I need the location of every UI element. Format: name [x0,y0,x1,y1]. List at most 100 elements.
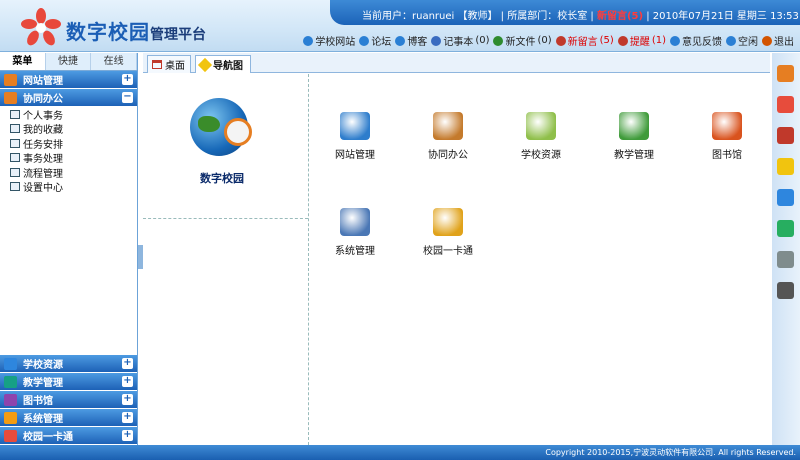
divider-horizontal [143,218,308,219]
document-icon [10,182,20,192]
sidebar-section-sections_bottom-3[interactable]: 系统管理 + [0,409,137,427]
sidebar-section-sections_bottom-4[interactable]: 校园一卡通 + [0,427,137,445]
tab-navigation[interactable]: 导航图 [195,55,251,73]
printer-icon[interactable] [777,282,794,299]
sidebar-item-1[interactable]: 我的收藏 [0,122,137,137]
alert-message[interactable]: 新留言(5) [597,11,643,22]
sidebar-section-sections_top-1[interactable]: 协同办公 − [0,89,137,107]
app-office[interactable]: 协同办公 [413,112,483,161]
app-website[interactable]: 网站管理 [320,112,390,161]
sidebar-item-0[interactable]: 个人事务 [0,107,137,122]
sidebar-item-label: 流程管理 [23,168,63,180]
toolbar-item-7[interactable]: 意见反馈 [670,33,722,48]
toolbar-item-4[interactable]: 新文件 (0) [493,33,552,48]
right-toolbar [772,53,800,445]
toolbar-count: (1) [651,35,666,46]
app-label: 图书馆 [712,150,742,161]
sidebar-section-sections_top-0[interactable]: 网站管理 + [0,71,137,89]
section-label: 协同办公 [23,94,63,105]
app-label: 系统管理 [335,246,375,257]
key-icon[interactable] [777,158,794,175]
tab-desktop-label: 桌面 [165,61,185,72]
sidebar-item-4[interactable]: 流程管理 [0,165,137,180]
blog-icon [395,35,406,46]
section-label: 图书馆 [23,396,53,407]
message-icon [555,35,566,46]
hub-label[interactable]: 数字校园 [182,170,262,186]
feedback-icon [670,35,680,46]
system-icon [340,208,370,236]
tab-shortcuts[interactable]: 快捷 [46,53,92,70]
document-icon [10,124,20,134]
download-icon[interactable] [777,251,794,268]
toolbar-count: (0) [537,35,552,46]
header: 数字校园管理平台 当前用户：ruanruei 【教师】 | 所属部门：校长室 |… [0,0,800,52]
app-teaching[interactable]: 教学管理 [599,112,669,161]
toolbar-item-2[interactable]: 博客 [395,33,427,48]
tab-online[interactable]: 在线 [91,53,138,70]
page-tabs: 桌面 导航图 [143,53,770,73]
sidebar-item-label: 个人事务 [23,110,63,122]
document-icon [10,109,20,119]
expand-toggle-icon[interactable]: + [122,412,133,423]
app-system[interactable]: 系统管理 [320,208,390,257]
sidebar-section-sections_bottom-1[interactable]: 教学管理 + [0,373,137,391]
user-icon[interactable] [777,189,794,206]
toolbar-label: 空闲 [738,37,758,48]
section-icon [4,429,17,442]
tab-navigation-label: 导航图 [213,61,243,72]
sidebar-item-3[interactable]: 事务处理 [0,151,137,166]
teaching-icon [619,112,649,140]
app-label: 协同办公 [428,150,468,161]
toolbar-item-9[interactable]: 退出 [762,33,794,48]
sidebar-section-sections_bottom-2[interactable]: 图书馆 + [0,391,137,409]
app-label: 学校资源 [521,150,561,161]
sidebar-item-label: 事务处理 [23,154,63,166]
home-icon [303,35,314,46]
sidebar-item-label: 设置中心 [23,183,63,195]
toolbar-label: 提醒 [629,37,650,48]
eraser-icon[interactable] [777,96,794,113]
section-icon [4,357,17,370]
sidebar-item-5[interactable]: 设置中心 [0,180,137,195]
toolbar-item-3[interactable]: 记事本 (0) [431,33,489,48]
toolbar-count: (5) [599,35,614,46]
section-icon [4,393,17,406]
sidebar-subitems: 个人事务我的收藏 任务安排事务处理流程管理设置中心 [0,107,137,194]
navigation-icon [197,57,213,72]
sidebar-section-sections_bottom-0[interactable]: 学校资源 + [0,355,137,373]
dept-label: 所属部门： [507,11,558,22]
toolbar-item-0[interactable]: 学校网站 [303,33,355,48]
expand-toggle-icon[interactable]: + [122,74,133,85]
app-card[interactable]: 校园一卡通 [413,208,483,257]
tab-desktop[interactable]: 桌面 [147,55,191,73]
toolbar-item-6[interactable]: 提醒 (1) [617,33,666,48]
books-icon[interactable] [777,65,794,82]
section-label: 学校资源 [23,360,63,371]
sidebar-item-label: 我的收藏 [23,125,63,137]
expand-toggle-icon[interactable]: + [122,430,133,441]
toolbar-label: 学校网站 [315,37,356,48]
forum-icon [359,35,370,46]
toolbar-item-8[interactable]: 空闲 [726,33,758,48]
pencil-icon[interactable] [777,127,794,144]
expand-toggle-icon[interactable]: + [122,358,133,369]
tab-menu[interactable]: 菜单 [0,53,46,70]
sidebar-item-2[interactable]: 任务安排 [0,136,137,151]
section-label: 教学管理 [23,378,63,389]
toolbar-label: 退出 [774,37,794,48]
money-icon[interactable] [777,220,794,237]
toolbar-item-5[interactable]: 新留言 (5) [555,33,614,48]
website-icon [340,112,370,140]
app-resource[interactable]: 学校资源 [506,112,576,161]
toolbar-item-1[interactable]: 论坛 [359,33,391,48]
toolbar-label: 博客 [407,37,428,48]
expand-toggle-icon[interactable]: − [122,92,133,103]
expand-toggle-icon[interactable]: + [122,394,133,405]
date-text: 2010年07月21日 星期三 [652,11,767,22]
app-library[interactable]: 图书馆 [692,112,762,161]
sidebar-tabs: 菜单 快捷 在线 [0,53,138,71]
expand-toggle-icon[interactable]: + [122,376,133,387]
card-icon [433,208,463,236]
divider-vertical [308,74,309,445]
